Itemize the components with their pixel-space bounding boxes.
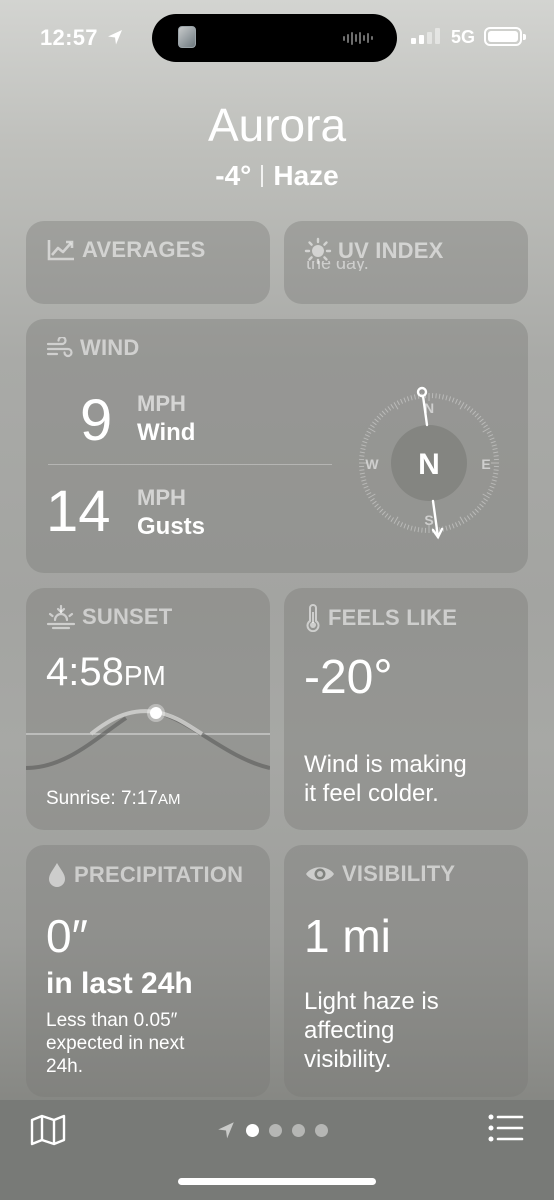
sunset-time: 4:58PM [46, 650, 166, 694]
wind-title: WIND [46, 335, 139, 361]
wind-gust-label: Gusts [137, 513, 206, 540]
precipitation-forecast: Less than 0.05″ expected in next 24h. [46, 1010, 185, 1077]
uv-index-card[interactable]: UV INDEX the day. [284, 221, 528, 304]
current-temperature: -4° [215, 160, 252, 191]
map-icon[interactable] [30, 1114, 66, 1146]
current-condition: Haze [273, 160, 339, 191]
list-icon[interactable] [488, 1114, 524, 1142]
visibility-title: VISIBILITY [304, 861, 455, 887]
network-type: 5G [451, 27, 476, 47]
cellular-signal-icon [411, 28, 440, 44]
visibility-card[interactable]: VISIBILITY 1 mi Light haze is affecting … [284, 845, 528, 1097]
precipitation-value: 0″ [46, 910, 88, 962]
compass-west-label: W [365, 456, 379, 472]
eye-icon [306, 867, 334, 881]
page-dot[interactable] [269, 1123, 282, 1137]
audio-waveform-icon [343, 31, 373, 45]
wind-speed-unit: MPH [137, 391, 186, 416]
averages-card[interactable]: AVERAGES [26, 221, 270, 304]
feels-like-value: -20° [304, 651, 393, 704]
page-dot[interactable] [315, 1123, 328, 1137]
city-name: Aurora [207, 99, 347, 151]
page-indicator[interactable] [216, 1120, 328, 1140]
sunrise-time: Sunrise: 7:17AM [46, 788, 181, 809]
wind-divider [48, 464, 332, 465]
wind-icon [46, 337, 73, 358]
wind-compass: N S W E N [359, 386, 499, 540]
page-dot[interactable] [246, 1123, 259, 1137]
sunset-title: SUNSET [46, 604, 172, 630]
status-bar: 12:57 5G [0, 0, 554, 70]
wind-speed-value: 9 [80, 388, 113, 453]
sunset-card[interactable]: SUNSET 4:58PM Sunrise: 7:17AM [26, 588, 270, 830]
feels-like-title: FEELS LIKE [304, 604, 457, 632]
compass-east-label: E [481, 456, 490, 472]
compass-south-label: S [424, 512, 433, 528]
compass-direction-label: N [418, 448, 440, 481]
feels-like-description: Wind is making it feel colder. [304, 751, 467, 807]
thermometer-icon [306, 604, 320, 632]
visibility-value: 1 mi [304, 910, 391, 962]
wind-gust-unit: MPH [137, 485, 186, 510]
page-dot[interactable] [292, 1123, 305, 1137]
now-playing-artwork [178, 26, 196, 48]
raindrop-icon [49, 863, 65, 887]
home-indicator[interactable] [178, 1178, 376, 1185]
precipitation-card[interactable]: PRECIPITATION 0″ in last 24h Less than 0… [26, 845, 270, 1097]
sun-path-graph [26, 704, 270, 770]
divider [261, 165, 264, 187]
feels-like-card[interactable]: FEELS LIKE -20° Wind is making it feel c… [284, 588, 528, 830]
location-arrow-icon [108, 30, 122, 45]
bottom-toolbar [0, 1100, 554, 1200]
precipitation-title: PRECIPITATION [46, 861, 243, 889]
battery-icon [484, 27, 526, 46]
wind-speed-label: Wind [137, 419, 196, 446]
dynamic-island[interactable] [152, 14, 397, 62]
sunset-icon [46, 604, 76, 630]
wind-gust-value: 14 [46, 479, 111, 544]
chart-icon [47, 240, 74, 261]
status-time: 12:57 [40, 25, 98, 50]
averages-title: AVERAGES [46, 237, 205, 263]
wind-card[interactable]: WIND 9 MPH Wind 14 MPH Gusts N S W E N [26, 319, 528, 573]
current-location-icon[interactable] [216, 1120, 236, 1140]
uv-index-partial-text: the day. [306, 261, 369, 271]
current-conditions: -4° Haze [0, 160, 554, 192]
precipitation-period: in last 24h [46, 967, 193, 1000]
visibility-description: Light haze is affecting visibility. [304, 988, 439, 1073]
